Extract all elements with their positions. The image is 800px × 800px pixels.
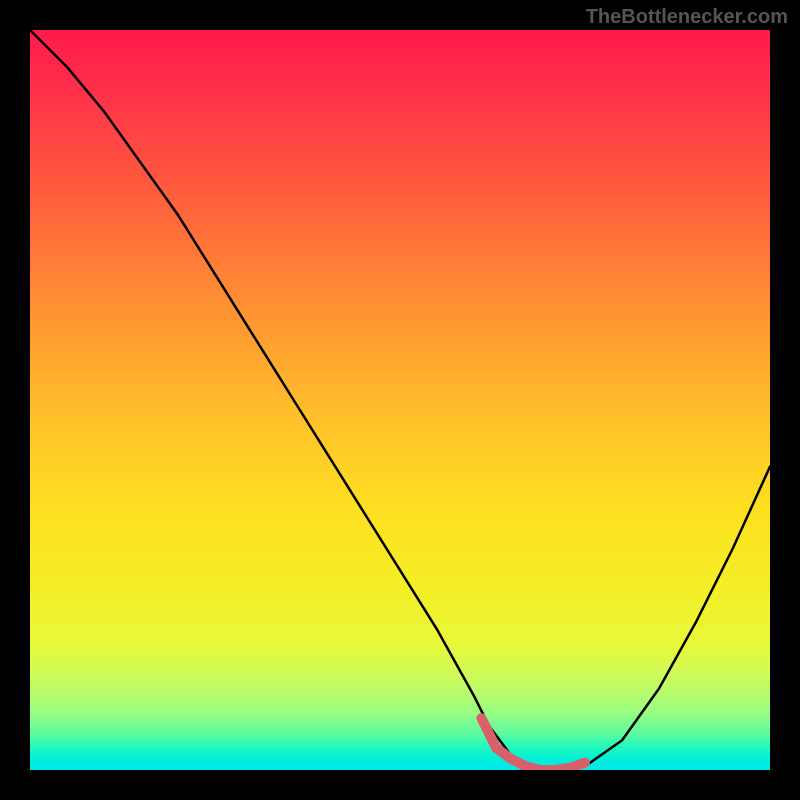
highlight-segment [481, 718, 585, 770]
chart-container: TheBottlenecker.com [0, 0, 800, 800]
attribution-text: TheBottlenecker.com [586, 6, 788, 29]
curve-svg [30, 30, 770, 770]
plot-area [30, 30, 770, 770]
bottleneck-curve [30, 30, 770, 770]
